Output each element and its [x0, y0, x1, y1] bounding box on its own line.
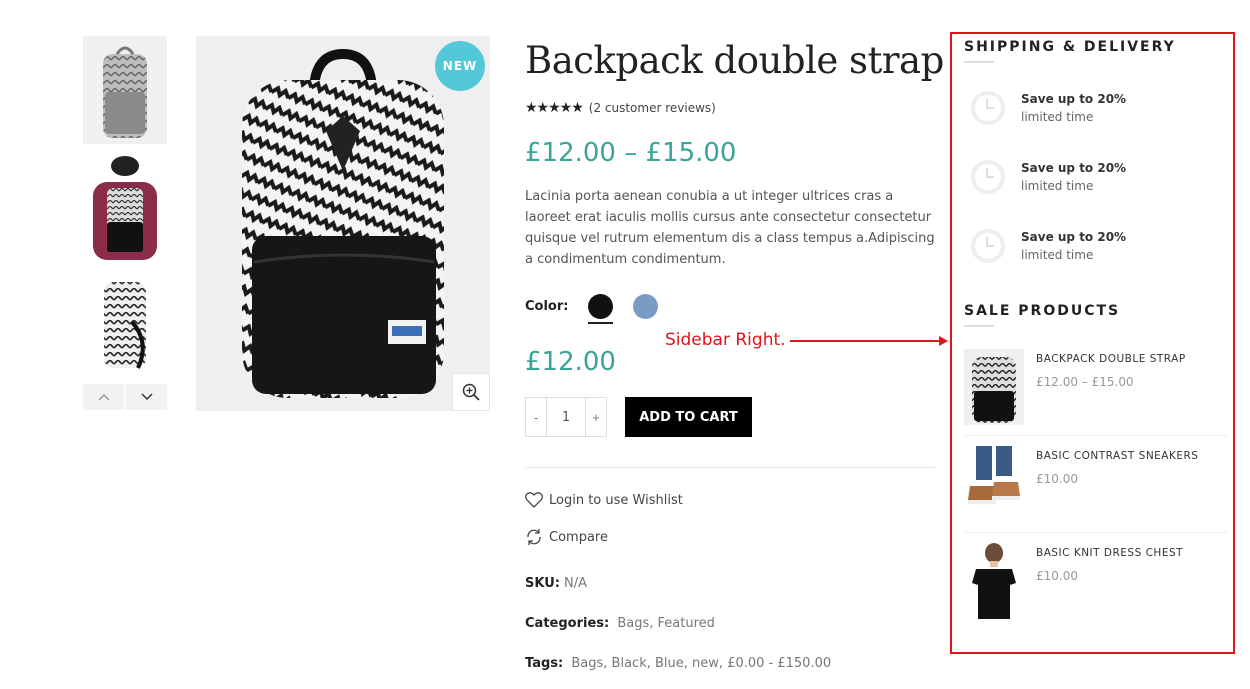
rating-row: ★★★★★ (2 customer reviews) — [525, 100, 935, 116]
sale-product-name[interactable]: BASIC CONTRAST SNEAKERS — [1036, 450, 1198, 462]
title-underline — [964, 325, 994, 327]
annotation-label: Sidebar Right. — [665, 330, 786, 350]
dress-image — [972, 543, 1016, 619]
sale-product-price: £10.00 — [1036, 569, 1078, 583]
sale-product-thumbnail[interactable] — [964, 543, 1024, 619]
sale-product-thumbnail[interactable] — [964, 446, 1024, 522]
heart-icon — [525, 492, 543, 508]
quantity-input[interactable] — [546, 398, 586, 436]
quantity-stepper: - + — [525, 397, 607, 437]
selected-price: £12.00 — [525, 347, 616, 377]
tag-link[interactable]: Blue — [655, 656, 684, 671]
star-rating-icon: ★★★★★ — [525, 100, 584, 116]
shipping-item-title: Save up to 20% — [1021, 161, 1127, 175]
clock-icon — [971, 229, 1005, 263]
annotation-arrow — [790, 336, 948, 346]
thumbnail-3[interactable] — [83, 268, 167, 376]
tag-link[interactable]: Black — [612, 656, 647, 671]
categories-label: Categories: — [525, 616, 610, 631]
backpack-thumbnail-image — [103, 46, 147, 138]
product-title: Backpack double strap — [525, 39, 944, 82]
shipping-widget-title: SHIPPING & DELIVERY — [964, 39, 1176, 55]
sale-widget-title: SALE PRODUCTS — [964, 303, 1121, 319]
sidebar-right: SHIPPING & DELIVERY Save up to 20% limit… — [964, 36, 1227, 629]
zoom-button[interactable] — [452, 373, 490, 411]
categories-row: Categories: Bags, Featured — [525, 616, 715, 631]
sale-product-item[interactable]: BACKPACK DOUBLE STRAP £12.00 – £15.00 — [964, 349, 1227, 436]
thumbnail-next-button[interactable] — [126, 384, 167, 410]
backpack-image — [242, 48, 444, 398]
wishlist-label: Login to use Wishlist — [549, 492, 683, 508]
sale-product-item[interactable]: BASIC CONTRAST SNEAKERS £10.00 — [964, 446, 1227, 533]
sale-product-thumbnail[interactable] — [964, 349, 1024, 425]
main-product-image[interactable]: NEW — [196, 36, 490, 411]
qty-plus-button[interactable]: + — [586, 398, 606, 436]
compare-label: Compare — [549, 529, 608, 545]
color-label: Color: — [525, 299, 569, 314]
divider — [525, 467, 935, 468]
backpack-side-image — [104, 282, 146, 369]
color-swatch-blue[interactable] — [633, 294, 659, 319]
qty-minus-button[interactable]: - — [526, 398, 546, 436]
sale-product-item[interactable]: BASIC KNIT DRESS CHEST £10.00 — [964, 543, 1227, 629]
add-to-cart-button[interactable]: ADD TO CART — [625, 397, 752, 437]
tags-row: Tags: Bags, Black, Blue, new, £0.00 - £1… — [525, 656, 832, 671]
thumbnail-1[interactable] — [83, 36, 167, 144]
shipping-item-title: Save up to 20% — [1021, 230, 1127, 244]
tag-link[interactable]: £0.00 - £150.00 — [727, 656, 831, 671]
category-link[interactable]: Bags — [617, 616, 649, 631]
shipping-item-subtitle: limited time — [1021, 110, 1094, 124]
sku-value: N/A — [563, 576, 587, 591]
tag-link[interactable]: new — [692, 656, 719, 671]
sale-product-name[interactable]: BACKPACK DOUBLE STRAP — [1036, 353, 1186, 365]
product-summary: Backpack double strap ★★★★★ (2 customer … — [525, 36, 944, 671]
model-back-image — [83, 152, 167, 260]
shipping-item: Save up to 20% limited time — [971, 91, 1227, 125]
zoom-in-icon — [462, 383, 480, 401]
refresh-icon — [527, 529, 541, 545]
clock-icon — [971, 91, 1005, 125]
shipping-item-subtitle: limited time — [1021, 179, 1094, 193]
sale-product-price: £12.00 – £15.00 — [1036, 375, 1134, 389]
shipping-item: Save up to 20% limited time — [971, 160, 1227, 194]
chevron-down-icon — [140, 393, 153, 401]
tag-link[interactable]: Bags — [571, 656, 603, 671]
tags-label: Tags: — [525, 656, 564, 671]
sneakers-image — [968, 446, 1020, 504]
product-description: Lacinia porta aenean conubia a ut intege… — [525, 189, 935, 267]
sku-label: SKU: — [525, 576, 560, 591]
wishlist-link[interactable]: Login to use Wishlist — [525, 492, 935, 508]
backpack-image — [972, 357, 1016, 423]
clock-icon — [971, 160, 1005, 194]
sale-product-name[interactable]: BASIC KNIT DRESS CHEST — [1036, 547, 1183, 559]
reviews-link[interactable]: (2 customer reviews) — [589, 101, 716, 115]
sku-row: SKU: N/A — [525, 576, 935, 591]
chevron-up-icon — [97, 393, 110, 401]
shipping-item-title: Save up to 20% — [1021, 92, 1127, 106]
new-badge: NEW — [435, 41, 485, 91]
color-swatch-black[interactable] — [588, 294, 614, 324]
category-link[interactable]: Featured — [658, 616, 715, 631]
color-selector: Color: — [525, 294, 935, 324]
compare-link[interactable]: Compare — [525, 528, 935, 546]
shipping-item-subtitle: limited time — [1021, 248, 1094, 262]
cart-form: - + ADD TO CART — [525, 397, 935, 437]
thumbnail-prev-button[interactable] — [83, 384, 124, 410]
title-underline — [964, 61, 994, 63]
sale-product-price: £10.00 — [1036, 472, 1078, 486]
shipping-item: Save up to 20% limited time — [971, 229, 1227, 263]
thumbnail-gallery — [83, 36, 167, 410]
price-range: £12.00 – £15.00 — [525, 138, 737, 168]
thumbnail-2[interactable] — [83, 152, 167, 260]
